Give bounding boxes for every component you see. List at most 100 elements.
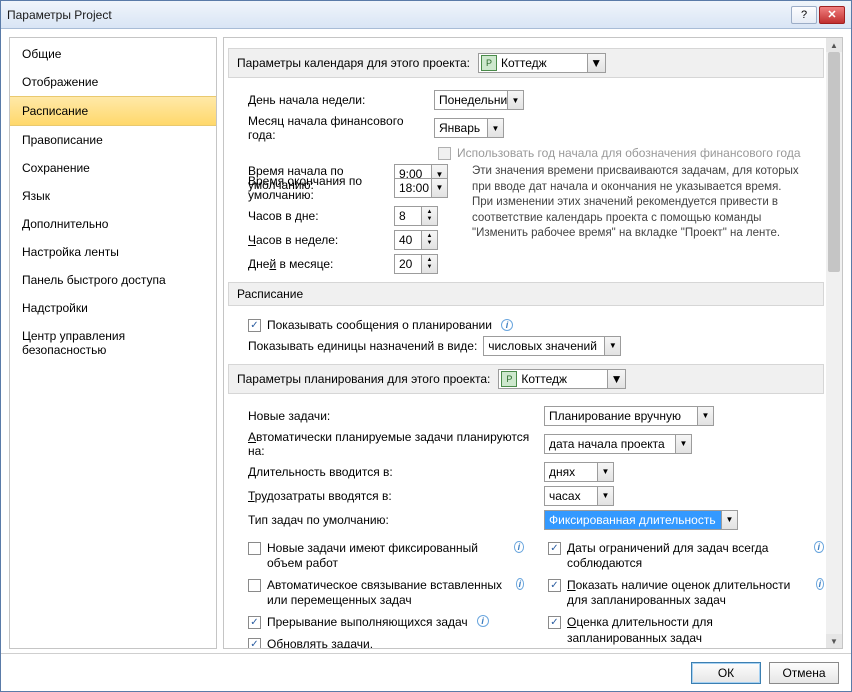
units-label: Показывать единицы назначений в виде:: [248, 339, 477, 353]
dialog-footer: ОК Отмена: [1, 653, 851, 691]
planning-header-label: Параметры планирования для этого проекта…: [237, 372, 490, 386]
schedule-title: Расписание: [237, 287, 303, 301]
estimate-duration-label: Оценка длительности для запланированных …: [567, 615, 807, 646]
cancel-button[interactable]: Отмена: [769, 662, 839, 684]
chevron-down-icon: ▼: [604, 337, 620, 355]
planning-project-value: Коттедж: [521, 372, 607, 386]
info-icon[interactable]: i: [516, 578, 524, 590]
chevron-down-icon: ▼: [431, 179, 447, 197]
days-month-label: Дней в месяце:: [248, 257, 388, 271]
chevron-down-icon: ▼: [597, 487, 613, 505]
fiscal-month-label: Месяц начала финансового года:: [248, 114, 428, 142]
dialog-body: Общие Отображение Расписание Правописани…: [1, 29, 851, 653]
new-tasks-label: Новые задачи:: [248, 409, 538, 423]
end-time-label: Время окончания по умолчанию:: [248, 174, 388, 202]
scroll-up-icon[interactable]: ▲: [826, 38, 842, 52]
chevron-down-icon: ▼: [487, 119, 503, 137]
scroll-down-icon[interactable]: ▼: [826, 634, 842, 648]
vertical-scrollbar[interactable]: ▲ ▼: [826, 38, 842, 648]
sidebar-item-trust[interactable]: Центр управления безопасностью: [10, 322, 216, 364]
titlebar-buttons: ? ✕: [791, 6, 845, 24]
planning-checkboxes: Новые задачи имеют фиксированный объем р…: [228, 538, 824, 649]
sidebar-item-quickaccess[interactable]: Панель быстрого доступа: [10, 266, 216, 294]
show-estimates-checkbox[interactable]: [548, 579, 561, 592]
fiscal-month-select[interactable]: Январь ▼: [434, 118, 504, 138]
hours-week-label: Часов в неделе:: [248, 233, 388, 247]
chevron-down-icon: ▼: [587, 54, 605, 72]
window-title: Параметры Project: [7, 8, 791, 22]
spinner-arrows-icon: ▲▼: [421, 231, 437, 249]
chevron-down-icon: ▼: [507, 91, 523, 109]
estimate-duration-checkbox[interactable]: [548, 616, 561, 629]
auto-link-checkbox[interactable]: [248, 579, 261, 592]
days-month-input[interactable]: 20 ▲▼: [394, 254, 438, 274]
units-select[interactable]: числовых значений ▼: [483, 336, 621, 356]
info-icon[interactable]: i: [501, 319, 513, 331]
left-col: Новые задачи имеют фиксированный объем р…: [248, 538, 524, 649]
time-hint: Эти значения времени присваиваются задач…: [472, 164, 802, 242]
help-button[interactable]: ?: [791, 6, 817, 24]
show-messages-label: Показывать сообщения о планировании: [267, 318, 492, 332]
section-planning-header: Параметры планирования для этого проекта…: [228, 364, 824, 394]
use-year-label: Использовать год начала для обозначения …: [457, 146, 801, 160]
auto-plan-label: Автоматически планируемые задачи планиру…: [248, 430, 538, 458]
info-icon[interactable]: i: [814, 541, 824, 553]
use-year-checkbox: [438, 147, 451, 160]
split-tasks-checkbox[interactable]: [248, 616, 261, 629]
close-button[interactable]: ✕: [819, 6, 845, 24]
project-icon: P: [481, 55, 497, 71]
calendar-project-select[interactable]: P Коттедж ▼: [478, 53, 606, 73]
hours-day-input[interactable]: 8 ▲▼: [394, 206, 438, 226]
project-icon: P: [501, 371, 517, 387]
sidebar-item-addins[interactable]: Надстройки: [10, 294, 216, 322]
fixed-work-checkbox[interactable]: [248, 542, 261, 555]
constraints-label: Даты ограничений для задач всегда соблюд…: [567, 541, 805, 572]
spinner-arrows-icon: ▲▼: [421, 255, 437, 273]
update-tasks-checkbox[interactable]: [248, 638, 261, 649]
scroll-thumb[interactable]: [828, 52, 840, 272]
show-estimates-label: Показать наличие оценок длительности для…: [567, 578, 807, 609]
calendar-header-label: Параметры календаря для этого проекта:: [237, 56, 470, 70]
info-icon[interactable]: i: [477, 615, 489, 627]
chevron-down-icon: ▼: [675, 435, 691, 453]
info-icon[interactable]: i: [514, 541, 524, 553]
section-calendar-header: Параметры календаря для этого проекта: P…: [228, 48, 824, 78]
week-start-select[interactable]: Понедельник ▼: [434, 90, 524, 110]
sidebar-item-general[interactable]: Общие: [10, 40, 216, 68]
constraints-checkbox[interactable]: [548, 542, 561, 555]
work-label: Трудозатраты вводятся в:: [248, 489, 538, 503]
right-col: Даты ограничений для задач всегда соблюд…: [548, 538, 824, 649]
sidebar-item-language[interactable]: Язык: [10, 182, 216, 210]
sidebar-item-ribbon[interactable]: Настройка ленты: [10, 238, 216, 266]
auto-plan-select[interactable]: дата начала проекта ▼: [544, 434, 692, 454]
week-start-label: День начала недели:: [248, 93, 428, 107]
sidebar-item-advanced[interactable]: Дополнительно: [10, 210, 216, 238]
update-tasks-label: Обновлять задачи,: [267, 637, 373, 649]
auto-link-label: Автоматическое связывание вставленных ил…: [267, 578, 507, 609]
info-icon[interactable]: i: [816, 578, 824, 590]
end-time-spinner[interactable]: 18:00 ▼: [394, 178, 448, 198]
task-type-label: Тип задач по умолчанию:: [248, 513, 538, 527]
duration-select[interactable]: днях ▼: [544, 462, 614, 482]
sidebar-item-spelling[interactable]: Правописание: [10, 126, 216, 154]
task-type-select[interactable]: Фиксированная длительность ▼: [544, 510, 738, 530]
work-select[interactable]: часах ▼: [544, 486, 614, 506]
ok-button[interactable]: ОК: [691, 662, 761, 684]
chevron-down-icon: ▼: [597, 463, 613, 481]
content-area: Параметры календаря для этого проекта: P…: [223, 37, 843, 649]
hours-week-input[interactable]: 40 ▲▼: [394, 230, 438, 250]
duration-label: Длительность вводится в:: [248, 465, 538, 479]
chevron-down-icon: ▼: [721, 511, 737, 529]
sidebar-item-display[interactable]: Отображение: [10, 68, 216, 96]
chevron-down-icon: ▼: [697, 407, 713, 425]
new-tasks-select[interactable]: Планирование вручную ▼: [544, 406, 714, 426]
calendar-project-value: Коттедж: [501, 56, 587, 70]
fixed-work-label: Новые задачи имеют фиксированный объем р…: [267, 541, 505, 572]
show-messages-checkbox[interactable]: [248, 319, 261, 332]
planning-project-select[interactable]: P Коттедж ▼: [498, 369, 626, 389]
sidebar-nav: Общие Отображение Расписание Правописани…: [9, 37, 217, 649]
hours-day-label: Часов в дне:: [248, 209, 388, 223]
sidebar-item-schedule[interactable]: Расписание: [10, 96, 216, 126]
chevron-down-icon: ▼: [607, 370, 625, 388]
sidebar-item-save[interactable]: Сохранение: [10, 154, 216, 182]
